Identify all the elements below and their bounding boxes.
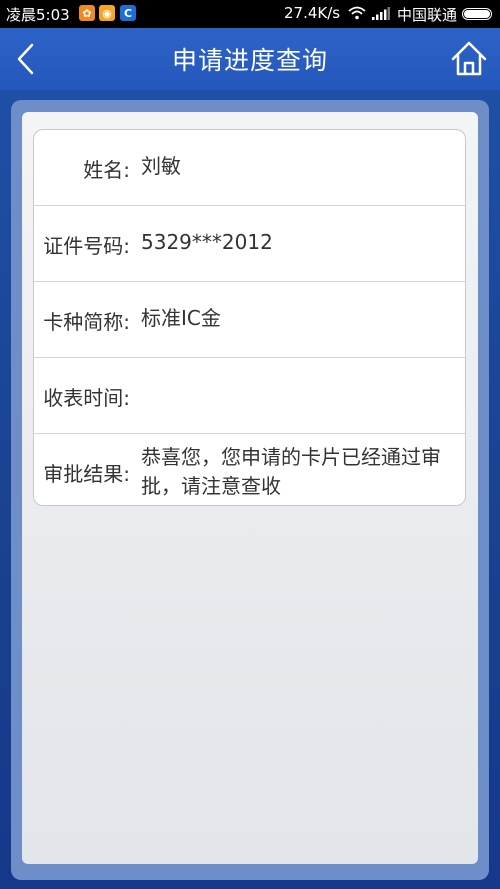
wifi-icon [348,6,366,20]
approval-result-value: 恭喜您，您申请的卡片已经通过审批，请注意查收 [141,445,441,498]
battery-icon [462,8,492,20]
name-label: 姓名: [83,158,130,182]
chat-icon: ◉ [99,5,115,21]
approval-result-label: 审批结果: [43,462,130,486]
receive-time-label: 收表时间: [43,386,130,410]
info-row-approval-result: 审批结果: 恭喜您，您申请的卡片已经通过审批，请注意查收 [34,434,465,505]
info-row-id-number: 证件号码: 5329***2012 [34,206,465,282]
network-speed: 27.4K/s [284,4,341,22]
card-type-label: 卡种简称: [43,310,130,334]
app-header: 申请进度查询 [0,28,500,90]
application-info-card: 姓名: 刘敏 证件号码: 5329***2012 卡种简称: 标准IC金 收表时… [33,129,466,506]
id-number-label: 证件号码: [43,234,130,258]
home-button[interactable] [448,38,490,80]
info-row-receive-time: 收表时间: [34,358,465,434]
page-title: 申请进度查询 [171,46,328,75]
status-bar: 凌晨5:03 ✿ ◉ C 27.4K/s 中国联通 [0,0,500,28]
id-number-value: 5329***2012 [141,230,273,254]
info-row-card-type: 卡种简称: 标准IC金 [34,282,465,358]
name-value: 刘敏 [141,154,181,178]
card-type-value: 标准IC金 [141,306,221,330]
status-time: 凌晨5:03 [6,6,70,24]
info-row-name: 姓名: 刘敏 [34,130,465,206]
browser-icon: C [120,5,136,21]
home-icon [451,41,487,76]
weibo-icon: ✿ [79,5,95,21]
signal-icon [372,7,390,20]
carrier-name: 中国联通 [397,6,458,24]
